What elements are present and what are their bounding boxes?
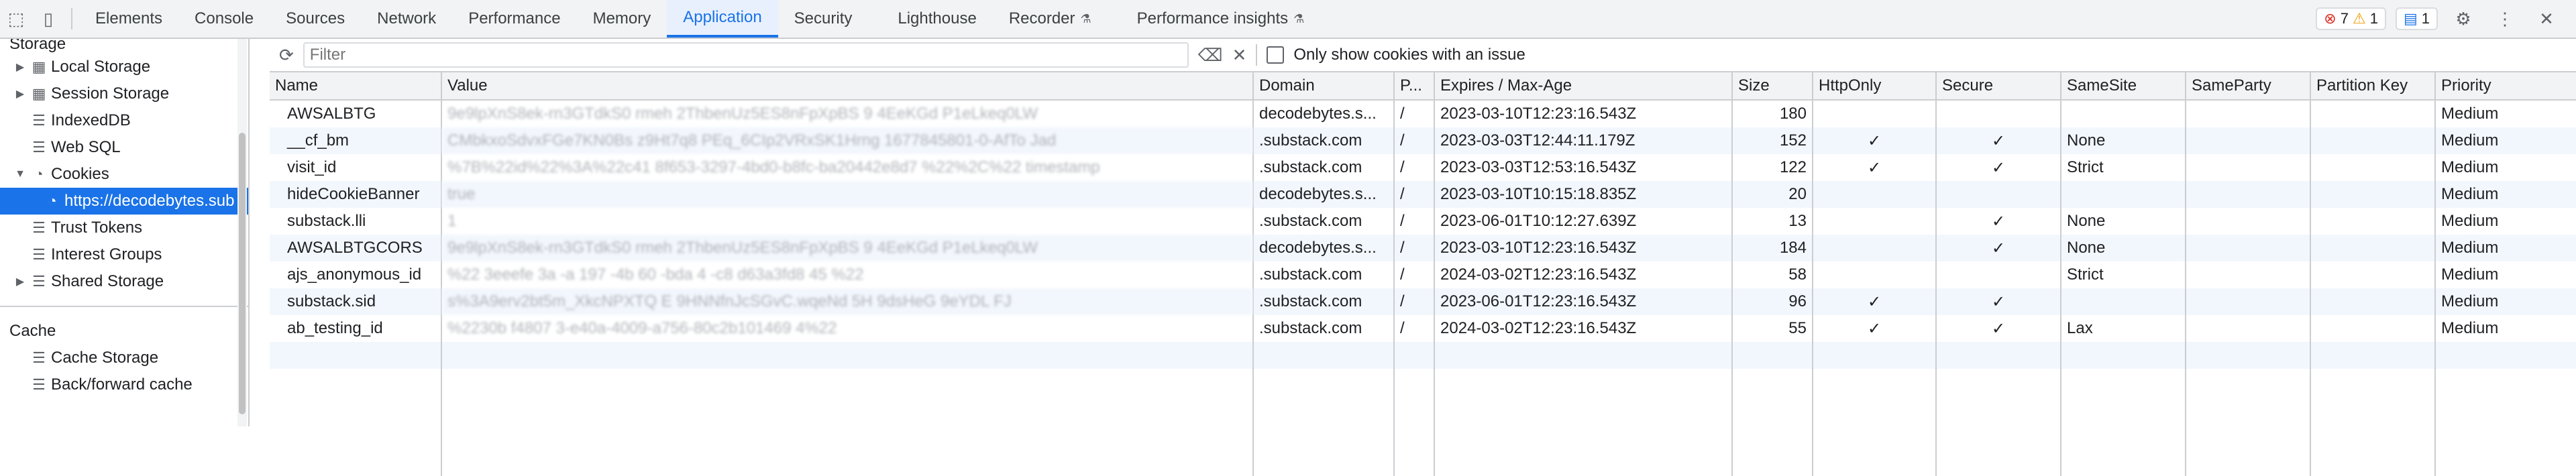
table-row-empty (270, 369, 2576, 476)
filter-input[interactable] (303, 42, 1189, 68)
filter-divider (1256, 44, 1258, 66)
application-sidebar: Storage ▶ ▦ Local Storage ▶ ▦ Session Storag… (0, 39, 250, 426)
inspect-element-icon[interactable]: ⬚ (0, 0, 32, 38)
table-row[interactable]: visit_id %7B%22id%22%3A%22c41 8f653-3297-… (270, 154, 2576, 181)
database-icon: ☰ (32, 139, 46, 156)
delete-selected-icon[interactable]: ✕ (1232, 45, 1247, 66)
database-icon: ☰ (32, 112, 46, 129)
sidebar-item-web-sql[interactable]: ☰ Web SQL (0, 134, 248, 161)
database-icon: ☰ (32, 376, 46, 393)
issues-counter[interactable]: ⊗ 7 ⚠ 1 (2316, 7, 2386, 30)
sidebar-item-cookies[interactable]: ▼ ◔ Cookies (0, 161, 248, 188)
sidebar-item-local-storage[interactable]: ▶ ▦ Local Storage (0, 54, 248, 80)
chevron-right-icon: ▶ (15, 88, 25, 100)
col-header-partition-key[interactable]: Partition Key (2310, 72, 2436, 101)
experiment-flask-icon: ⚗ (1293, 11, 1305, 25)
devtools-toolbar: ⬚ ▯ Elements Console Sources Network Per… (0, 0, 2576, 39)
cookie-icon: ◔ (34, 166, 44, 182)
tab-network[interactable]: Network (361, 0, 452, 38)
warning-count: 1 (2369, 10, 2378, 27)
clear-filtered-cookies-icon[interactable]: ⌫ (1198, 45, 1223, 66)
table-row[interactable]: ajs_anonymous_id %22 3eeefe 3a -a 197 -4b… (270, 261, 2576, 288)
sidebar-item-trust-tokens[interactable]: ☰ Trust Tokens (0, 215, 248, 241)
database-icon: ☰ (32, 273, 46, 290)
tab-elements[interactable]: Elements (79, 0, 178, 38)
col-header-domain[interactable]: Domain (1253, 72, 1395, 101)
tab-security[interactable]: Security (778, 0, 869, 38)
message-icon: ▤ (2403, 10, 2418, 27)
tab-recorder[interactable]: Recorder ⚗ (993, 0, 1108, 38)
table-row[interactable]: ab_testing_id %2230b f4807 3-e40a-4009-a7… (270, 315, 2576, 342)
only-issues-label: Only show cookies with an issue (1293, 46, 1525, 64)
sidebar-item-cookie-origin[interactable]: ◔ https://decodebytes.sub (0, 188, 248, 215)
cookies-table: Name Value Domain P... Expires / Max-Age… (270, 72, 2576, 476)
toolbar-divider (71, 8, 72, 29)
table-row[interactable]: __cf_bm CMbkxoSdvxFGe7KN0Bs z9Ht7q8 PEq_6… (270, 127, 2576, 154)
settings-gear-icon[interactable]: ⚙ (2447, 9, 2479, 29)
col-header-value[interactable]: Value (441, 72, 1254, 101)
col-header-expires[interactable]: Expires / Max-Age (1434, 72, 1733, 101)
only-issues-checkbox[interactable] (1267, 46, 1285, 64)
more-options-icon[interactable]: ⋮ (2489, 9, 2521, 29)
chevron-right-icon: ▶ (15, 276, 25, 288)
col-header-httponly[interactable]: HttpOnly (1813, 72, 1937, 101)
warning-icon: ⚠ (2352, 10, 2366, 27)
messages-counter[interactable]: ▤ 1 (2395, 7, 2438, 30)
col-header-name[interactable]: Name (270, 72, 442, 101)
tab-memory[interactable]: Memory (577, 0, 667, 38)
sidebar-item-shared-storage[interactable]: ▶ ☰ Shared Storage (0, 268, 248, 295)
tab-application[interactable]: Application (667, 0, 778, 38)
col-header-priority[interactable]: Priority (2435, 72, 2576, 101)
col-header-path[interactable]: P... (1394, 72, 1435, 101)
table-header-row: Name Value Domain P... Expires / Max-Age… (270, 72, 2576, 101)
database-icon: ☰ (32, 246, 46, 263)
device-toolbar-icon[interactable]: ▯ (32, 0, 64, 38)
grid-icon: ▦ (32, 85, 46, 102)
table-row-empty (270, 342, 2576, 369)
sidebar-item-indexeddb[interactable]: ☰ IndexedDB (0, 107, 248, 134)
sidebar-item-cache-storage[interactable]: ☰ Cache Storage (0, 345, 248, 371)
table-row[interactable]: hideCookieBanner true decodebytes.s.../202… (270, 181, 2576, 208)
error-icon: ⊗ (2324, 10, 2337, 27)
cookie-icon: ◔ (48, 192, 57, 209)
tab-lighthouse[interactable]: Lighthouse (881, 0, 992, 38)
table-row[interactable]: AWSALBTGCORS 9e9lpXnS8ek-rn3GTdkS0 rmeh 2… (270, 235, 2576, 261)
cache-section-title: Cache (9, 322, 56, 340)
sidebar-item-interest-groups[interactable]: ☰ Interest Groups (0, 241, 248, 268)
cookies-filter-bar: ⟳ ⌫ ✕ Only show cookies with an issue (270, 39, 2576, 72)
sidebar-item-session-storage[interactable]: ▶ ▦ Session Storage (0, 80, 248, 107)
sidebar-item-back-forward-cache[interactable]: ☰ Back/forward cache (0, 371, 248, 398)
tab-sources[interactable]: Sources (270, 0, 361, 38)
chevron-down-icon: ▼ (15, 168, 25, 180)
table-row[interactable]: substack.sid s%3A9erv2bt5m_XkcNPXTQ E 9HN… (270, 288, 2576, 315)
col-header-secure[interactable]: Secure (1936, 72, 2061, 101)
cookies-panel: ⟳ ⌫ ✕ Only show cookies with an issue Na… (270, 39, 2576, 476)
section-divider (0, 306, 248, 307)
database-icon: ☰ (32, 219, 46, 236)
col-header-sameparty[interactable]: SameParty (2186, 72, 2311, 101)
chevron-right-icon: ▶ (15, 62, 25, 73)
message-count: 1 (2421, 10, 2430, 27)
cookies-table-body: AWSALBTG 9e9lpXnS8ek-rn3GTdkS0 rmeh 2Thbe… (270, 100, 2576, 476)
toolbar-right: ⊗ 7 ⚠ 1 ▤ 1 ⚙ ⋮ ✕ (2316, 0, 2576, 38)
col-header-samesite[interactable]: SameSite (2061, 72, 2186, 101)
table-row[interactable]: AWSALBTG 9e9lpXnS8ek-rn3GTdkS0 rmeh 2Thbe… (270, 100, 2576, 127)
close-icon[interactable]: ✕ (2530, 9, 2563, 29)
refresh-icon[interactable]: ⟳ (279, 45, 294, 66)
storage-section-title: Storage (9, 39, 66, 53)
error-count: 7 (2340, 10, 2349, 27)
experiment-flask-icon: ⚗ (1080, 11, 1091, 25)
tab-performance[interactable]: Performance (452, 0, 576, 38)
table-row[interactable]: substack.lli 1 .substack.com/2023-06-01T10… (270, 208, 2576, 235)
database-icon: ☰ (32, 349, 46, 366)
sidebar-scrollbar-thumb[interactable] (239, 133, 246, 414)
grid-icon: ▦ (32, 58, 46, 75)
col-header-size[interactable]: Size (1732, 72, 1813, 101)
tab-console[interactable]: Console (178, 0, 270, 38)
tab-performance-insights[interactable]: Performance insights ⚗ (1121, 0, 1321, 38)
